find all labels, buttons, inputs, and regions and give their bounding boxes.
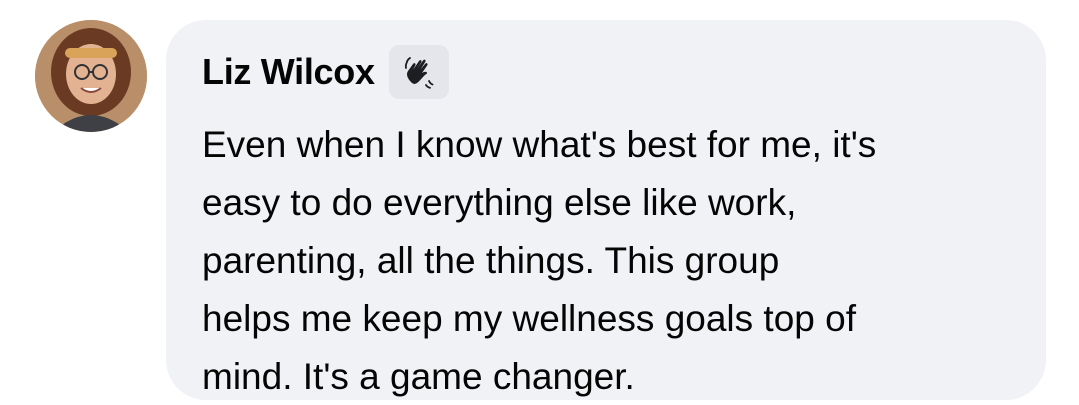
avatar-image — [35, 20, 147, 132]
wave-hand-glyph — [404, 57, 434, 89]
wave-hand-icon[interactable] — [388, 45, 449, 99]
author-name[interactable]: Liz Wilcox — [202, 51, 375, 93]
comment-bubble: Liz Wilcox Even when I know what's best … — [166, 20, 1046, 400]
comment-header: Liz Wilcox — [202, 42, 1016, 102]
comment-text: Even when I know what's best for me, it'… — [202, 124, 877, 397]
avatar[interactable] — [35, 20, 147, 132]
comment: Liz Wilcox Even when I know what's best … — [0, 0, 1079, 405]
